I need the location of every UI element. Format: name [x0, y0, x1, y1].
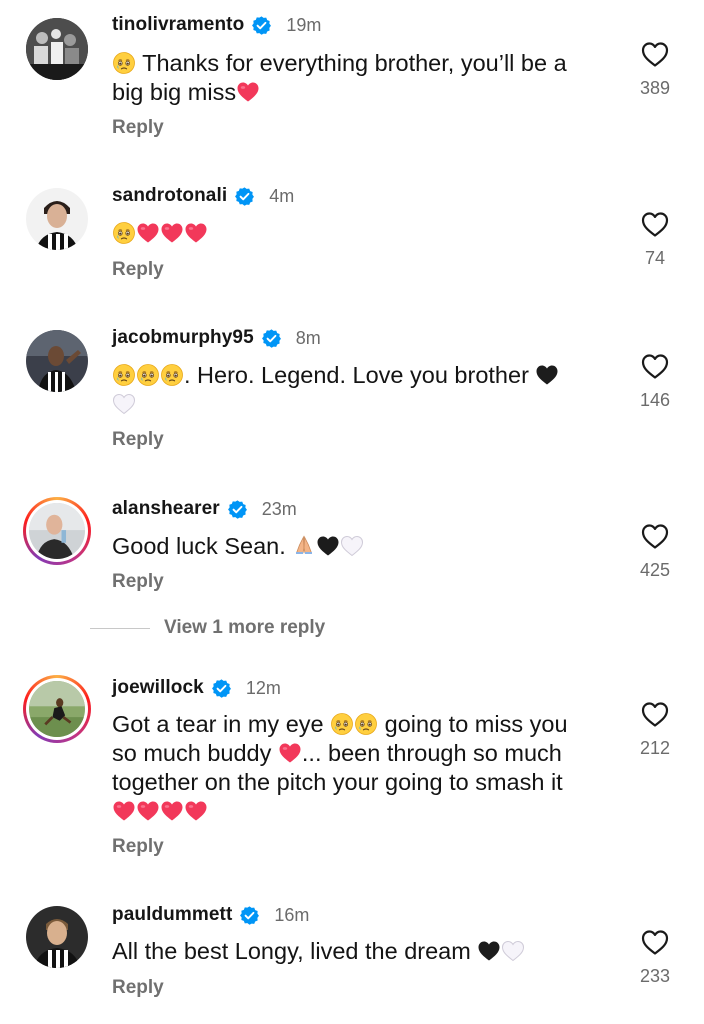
username[interactable]: joewillock: [112, 677, 204, 699]
reply-button[interactable]: Reply: [112, 977, 164, 999]
timestamp: 4m: [269, 185, 295, 206]
red-heart-icon: [136, 221, 160, 245]
verified-badge-icon: [234, 186, 255, 207]
avatar[interactable]: [26, 330, 88, 392]
red-heart-icon: [184, 221, 208, 245]
red-heart-icon: [278, 741, 302, 765]
red-heart-icon: [160, 799, 184, 823]
reply-button[interactable]: Reply: [112, 571, 164, 593]
divider: [90, 627, 150, 629]
timestamp: 12m: [245, 677, 281, 698]
username[interactable]: pauldummett: [112, 904, 232, 926]
red-heart-icon: [136, 799, 160, 823]
folded-hands-icon: [292, 534, 316, 558]
face-holding-back-tears-icon: [136, 363, 160, 387]
comment-text: . Hero. Legend. Love you brother: [112, 361, 622, 419]
comment-text: Good luck Sean.: [112, 532, 622, 561]
verified-badge-icon: [261, 328, 282, 349]
like-control: 74: [625, 210, 685, 269]
view-more-replies[interactable]: View 1 more reply: [90, 617, 325, 639]
verified-badge-icon: [251, 15, 272, 36]
reply-button[interactable]: Reply: [112, 836, 164, 858]
like-control: 212: [625, 700, 685, 759]
heart-outline-icon[interactable]: [640, 210, 670, 238]
avatar[interactable]: [23, 497, 91, 565]
face-holding-back-tears-icon: [354, 712, 378, 736]
black-heart-icon: [316, 534, 340, 558]
reply-button[interactable]: Reply: [112, 117, 164, 139]
verified-badge-icon: [227, 499, 248, 520]
username[interactable]: alanshearer: [112, 498, 220, 520]
timestamp: 8m: [295, 327, 321, 348]
red-heart-icon: [236, 80, 260, 104]
like-count: 74: [644, 248, 666, 268]
face-holding-back-tears-icon: [160, 363, 184, 387]
white-heart-icon: [340, 534, 364, 558]
like-count: 146: [639, 390, 671, 410]
red-heart-icon: [160, 221, 184, 245]
black-heart-icon: [477, 939, 501, 963]
username[interactable]: sandrotonali: [112, 185, 227, 207]
comment-text: Got a tear in my eye going to miss you s…: [112, 710, 622, 826]
face-holding-back-tears-icon: [112, 363, 136, 387]
red-heart-icon: [184, 799, 208, 823]
white-heart-icon: [501, 939, 525, 963]
face-holding-back-tears-icon: [112, 221, 136, 245]
verified-badge-icon: [211, 678, 232, 699]
red-heart-icon: [112, 799, 136, 823]
avatar[interactable]: [26, 906, 88, 968]
view-more-replies-label[interactable]: View 1 more reply: [164, 617, 325, 639]
reply-button[interactable]: Reply: [112, 259, 164, 281]
heart-outline-icon[interactable]: [640, 40, 670, 68]
timestamp: 16m: [274, 904, 310, 925]
like-control: 146: [625, 352, 685, 411]
black-heart-icon: [535, 363, 559, 387]
comment-text: [112, 219, 622, 248]
face-holding-back-tears-icon: [330, 712, 354, 736]
avatar[interactable]: [26, 18, 88, 80]
like-count: 389: [639, 78, 671, 98]
like-control: 425: [625, 522, 685, 581]
timestamp: 23m: [261, 498, 297, 519]
like-count: 212: [639, 738, 671, 758]
verified-badge-icon: [239, 905, 260, 926]
avatar[interactable]: [26, 188, 88, 250]
like-count: 233: [639, 966, 671, 986]
heart-outline-icon[interactable]: [640, 928, 670, 956]
comment-text: Thanks for everything brother, you’ll be…: [112, 50, 567, 105]
white-heart-icon: [112, 392, 136, 416]
username[interactable]: jacobmurphy95: [112, 327, 254, 349]
comment-text: All the best Longy, lived the dream: [112, 937, 622, 966]
face-holding-back-tears-icon: [112, 51, 136, 75]
heart-outline-icon[interactable]: [640, 352, 670, 380]
avatar[interactable]: [23, 675, 91, 743]
heart-outline-icon[interactable]: [640, 522, 670, 550]
reply-button[interactable]: Reply: [112, 429, 164, 451]
heart-outline-icon[interactable]: [640, 700, 670, 728]
like-count: 425: [639, 560, 671, 580]
username[interactable]: tinolivramento: [112, 14, 244, 36]
timestamp: 19m: [286, 14, 322, 35]
like-control: 233: [625, 928, 685, 987]
like-control: 389: [625, 40, 685, 99]
